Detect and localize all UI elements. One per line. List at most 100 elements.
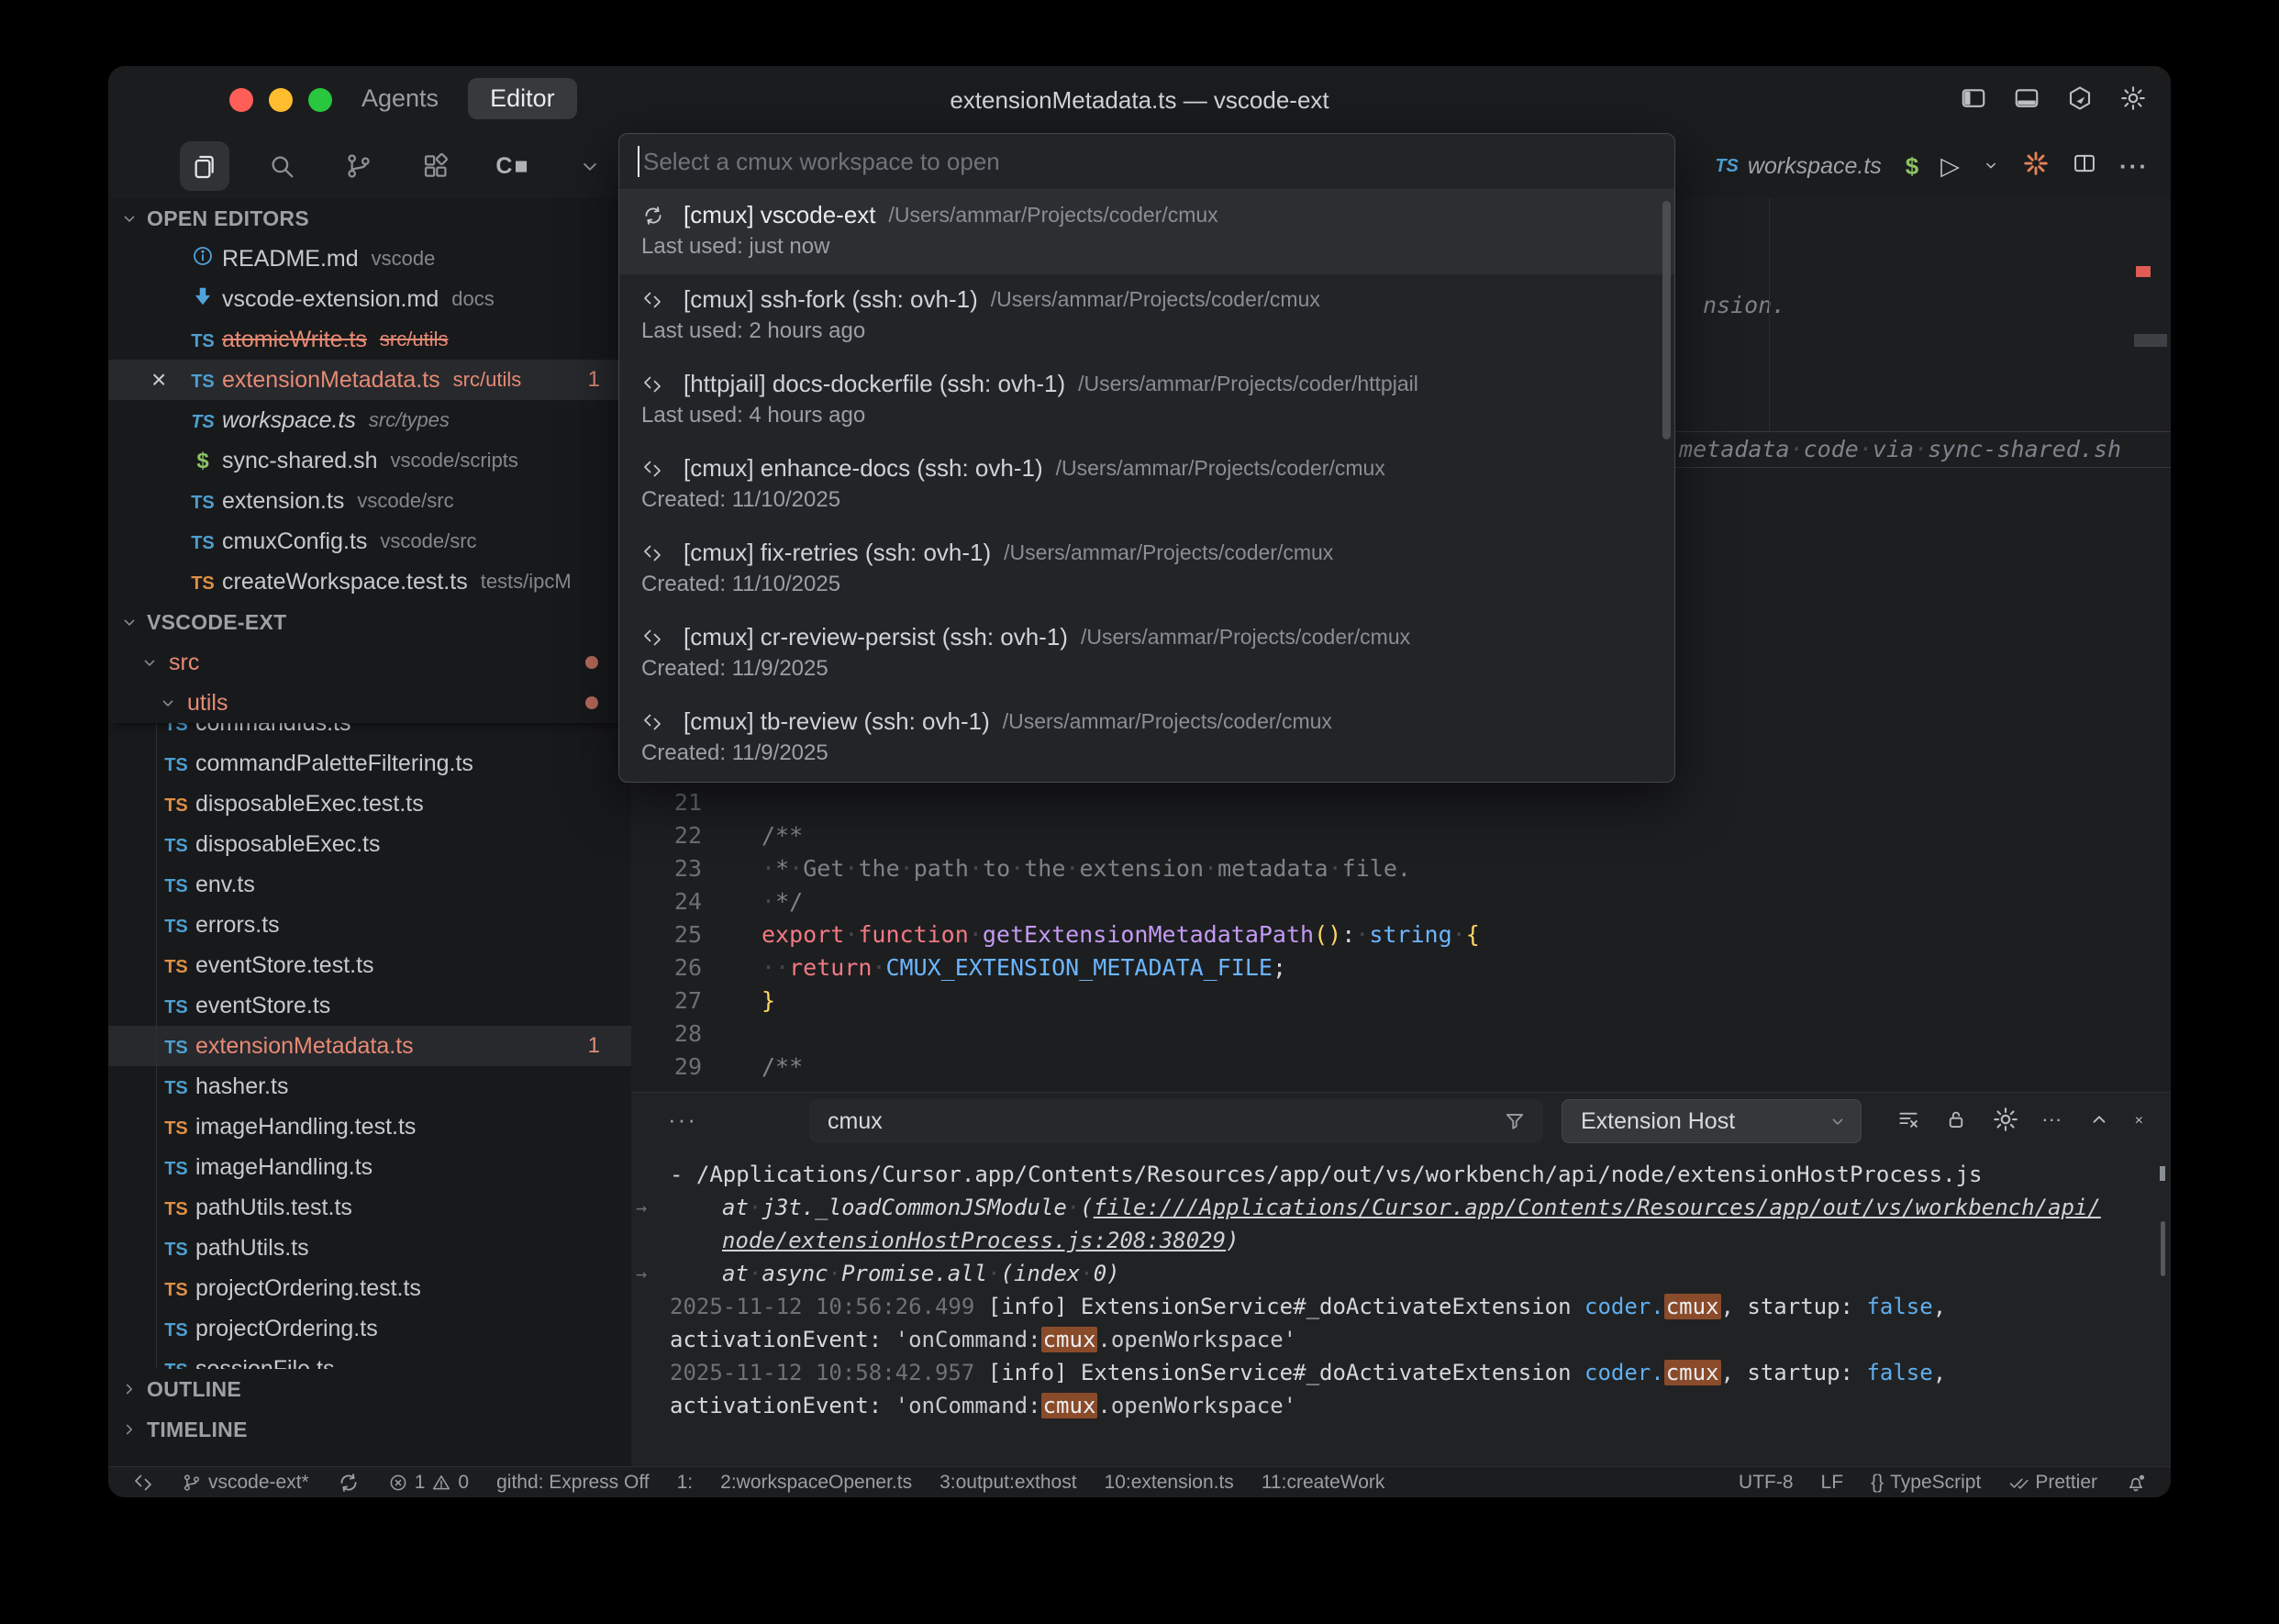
open-editor-row[interactable]: TS workspace.ts src/types bbox=[108, 400, 631, 440]
deploy-box-icon bbox=[2066, 84, 2094, 112]
code-line: 29/** bbox=[631, 1051, 2134, 1084]
panel-settings-gear-button[interactable] bbox=[1992, 1106, 2019, 1138]
output-source-select[interactable]: Extension Host bbox=[1562, 1099, 1862, 1143]
line-number: 22 bbox=[631, 819, 702, 852]
quick-pick-item[interactable]: [cmux] enhance-docs (ssh: ovh-1) /Users/… bbox=[619, 443, 1674, 528]
run-button[interactable]: ▷ bbox=[1940, 152, 1960, 181]
timeline-header[interactable]: TIMELINE bbox=[108, 1409, 631, 1450]
open-editor-row[interactable]: × TS extensionMetadata.ts src/utils 1 bbox=[108, 360, 631, 400]
status-notifications[interactable] bbox=[2125, 1472, 2147, 1494]
status-formatter[interactable]: Prettier bbox=[2008, 1472, 2097, 1494]
search-icon bbox=[267, 151, 296, 181]
status-problems[interactable]: 10 bbox=[388, 1472, 469, 1494]
status-terminal-1[interactable]: 1: bbox=[677, 1472, 694, 1494]
zoom-window-button[interactable] bbox=[308, 88, 332, 112]
spark-button[interactable] bbox=[2022, 150, 2050, 184]
status-language[interactable]: {}TypeScript bbox=[1871, 1472, 1981, 1494]
status-remote-indicator[interactable] bbox=[132, 1472, 154, 1494]
close-icon[interactable]: × bbox=[151, 365, 166, 395]
open-editor-row[interactable]: vscode-extension.md docs bbox=[108, 279, 631, 319]
status-sync-status[interactable] bbox=[337, 1471, 361, 1495]
activity-files-button[interactable] bbox=[180, 141, 229, 191]
close-window-button[interactable] bbox=[229, 88, 253, 112]
tree-file-row[interactable]: TS pathUtils.ts bbox=[108, 1228, 631, 1268]
file-type-icon: TS bbox=[161, 993, 192, 1019]
tree-file-row[interactable]: TS errors.ts bbox=[108, 905, 631, 945]
activity-search-button[interactable] bbox=[257, 141, 306, 191]
activity-source-control-button[interactable] bbox=[334, 141, 384, 191]
tree-file-row[interactable]: TS imageHandling.ts bbox=[108, 1147, 631, 1187]
tree-file-row[interactable]: TS disposableExec.ts bbox=[108, 824, 631, 864]
open-editor-row[interactable]: TS atomicWrite.ts src/utils bbox=[108, 319, 631, 360]
activity-extensions-button[interactable] bbox=[411, 141, 461, 191]
open-editors-header[interactable]: OPEN EDITORS bbox=[108, 198, 631, 239]
open-editor-row[interactable]: TS extension.ts vscode/src bbox=[108, 481, 631, 521]
spark-icon bbox=[2022, 150, 2050, 177]
mode-tab-editor[interactable]: Editor bbox=[468, 78, 577, 119]
tree-file-row[interactable]: TS env.ts bbox=[108, 864, 631, 905]
open-editor-row[interactable]: $ sync-shared.sh vscode/scripts bbox=[108, 440, 631, 481]
status-githd-status[interactable]: githd: Express Off bbox=[496, 1472, 650, 1494]
deploy-box-button[interactable] bbox=[2066, 84, 2094, 117]
quick-pick-item[interactable]: [cmux] ssh-fork (ssh: ovh-1) /Users/amma… bbox=[619, 274, 1674, 359]
tree-file-row[interactable]: TS eventStore.ts bbox=[108, 985, 631, 1026]
panel-chevron-up-button[interactable] bbox=[2087, 1107, 2111, 1136]
status-terminal-11[interactable]: 11:createWork bbox=[1262, 1472, 1385, 1494]
tree-file-row[interactable]: TS imageHandling.test.ts bbox=[108, 1107, 631, 1147]
dollar-button[interactable]: $ bbox=[1906, 152, 1918, 181]
tree-file-row[interactable]: TS commandIds.ts bbox=[108, 723, 631, 743]
panel-more-button[interactable]: ··· bbox=[2043, 1113, 2063, 1129]
tree-file-row[interactable]: TS commandPaletteFiltering.ts bbox=[108, 743, 631, 784]
tree-file-row[interactable]: TS hasher.ts bbox=[108, 1066, 631, 1107]
panel-scrollbar[interactable] bbox=[2161, 1221, 2165, 1276]
tree-file-row[interactable]: TS pathUtils.test.ts bbox=[108, 1187, 631, 1228]
log-link[interactable]: file:///Applications/Cursor.app/Contents… bbox=[1094, 1195, 2101, 1220]
layout-panel-button[interactable] bbox=[2013, 84, 2040, 117]
more-button[interactable]: ··· bbox=[2119, 152, 2149, 181]
folder-row-src[interactable]: src bbox=[108, 642, 631, 683]
vscode-window: AgentsEditor extensionMetadata.ts — vsco… bbox=[108, 66, 2171, 1497]
panel-overflow-button[interactable]: ··· bbox=[668, 1106, 697, 1134]
quick-pick-item[interactable]: [cmux] fix-retries (ssh: ovh-1) /Users/a… bbox=[619, 528, 1674, 612]
activity-cmux-button[interactable]: C■ bbox=[488, 141, 538, 191]
status-terminal-3[interactable]: 3:output:exthost bbox=[939, 1472, 1076, 1494]
status-encoding[interactable]: UTF-8 bbox=[1739, 1472, 1794, 1494]
log-link[interactable]: node/extensionHostProcess.js:208:38029 bbox=[722, 1228, 1226, 1253]
project-section-header[interactable]: VSCODE-EXT bbox=[108, 602, 631, 642]
activity-chevron-down-button[interactable] bbox=[565, 141, 615, 191]
panel-close-button[interactable]: × bbox=[2135, 1113, 2143, 1129]
split-editor-button[interactable] bbox=[2072, 150, 2097, 183]
tree-file-row[interactable]: TS disposableExec.test.ts bbox=[108, 784, 631, 824]
quick-pick-item[interactable]: [cmux] cr-review-persist (ssh: ovh-1) /U… bbox=[619, 612, 1674, 696]
status-branch-status[interactable]: vscode-ext* bbox=[182, 1472, 309, 1494]
open-editor-row[interactable]: TS createWorkspace.test.ts tests/ipcM bbox=[108, 562, 631, 602]
open-editor-row[interactable]: TS cmuxConfig.ts vscode/src bbox=[108, 521, 631, 562]
outline-header[interactable]: OUTLINE bbox=[108, 1369, 631, 1409]
mode-tab-agents[interactable]: Agents bbox=[339, 78, 461, 119]
panel-lock-button[interactable] bbox=[1944, 1107, 1968, 1136]
status-terminal-2[interactable]: 2:workspaceOpener.ts bbox=[720, 1472, 912, 1494]
minimize-window-button[interactable] bbox=[269, 88, 293, 112]
tree-file-row[interactable]: TS sessionFile.ts bbox=[108, 1349, 631, 1369]
tree-file-row[interactable]: TS extensionMetadata.ts 1 bbox=[108, 1026, 631, 1066]
tab-workspace-ts[interactable]: TS workspace.ts bbox=[1715, 153, 1881, 180]
status-terminal-10[interactable]: 10:extension.ts bbox=[1105, 1472, 1234, 1494]
open-editor-row[interactable]: README.md vscode bbox=[108, 239, 631, 279]
run-icon: ▷ bbox=[1940, 152, 1960, 181]
chevron-down-small-button[interactable] bbox=[1982, 152, 2000, 181]
folder-row-utils[interactable]: utils bbox=[108, 683, 631, 723]
tree-file-row[interactable]: TS projectOrdering.test.ts bbox=[108, 1268, 631, 1308]
status-eol[interactable]: LF bbox=[1821, 1472, 1844, 1494]
quick-pick-scrollbar[interactable] bbox=[1662, 201, 1671, 439]
layout-sidebar-button[interactable] bbox=[1960, 84, 1987, 117]
quick-pick-item[interactable]: [cmux] tb-review (ssh: ovh-1) /Users/amm… bbox=[619, 696, 1674, 781]
tree-file-row[interactable]: TS projectOrdering.ts bbox=[108, 1308, 631, 1349]
tree-file-row[interactable]: TS eventStore.test.ts bbox=[108, 945, 631, 985]
editor-scrollbar[interactable] bbox=[2134, 334, 2167, 347]
output-filter-input[interactable]: cmux bbox=[809, 1099, 1543, 1143]
quick-pick-item[interactable]: [httpjail] docs-dockerfile (ssh: ovh-1) … bbox=[619, 359, 1674, 443]
settings-gear-button[interactable] bbox=[2119, 84, 2147, 117]
quick-pick-item[interactable]: [cmux] vscode-ext /Users/ammar/Projects/… bbox=[619, 190, 1674, 274]
quick-pick-input[interactable]: Select a cmux workspace to open bbox=[619, 134, 1674, 190]
panel-clear-output-button[interactable] bbox=[1896, 1107, 1920, 1136]
